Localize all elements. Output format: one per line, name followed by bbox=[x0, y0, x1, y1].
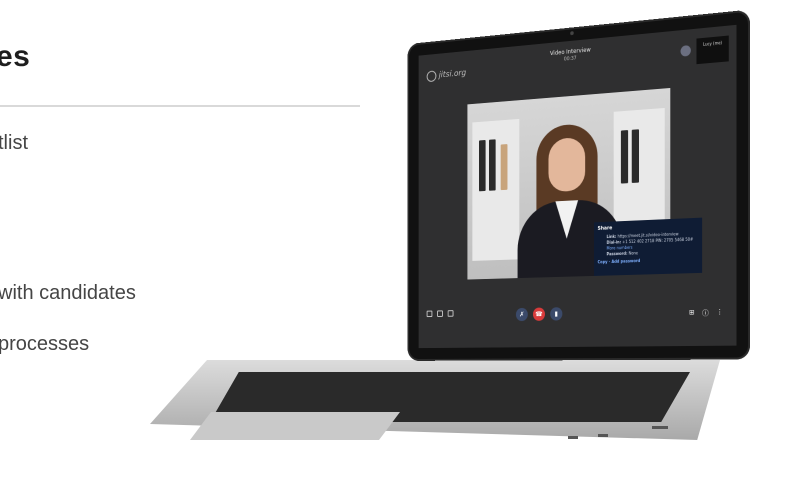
hangup-button[interactable]: ☎ bbox=[532, 307, 545, 321]
mute-microphone-button[interactable]: ✗ bbox=[515, 307, 528, 322]
share-password-label: Password: bbox=[606, 250, 628, 257]
webcam-icon bbox=[570, 31, 574, 36]
book bbox=[631, 129, 640, 183]
more-options-icon[interactable]: ⋮ bbox=[716, 308, 723, 318]
laptop-screen: jitsi.org Video Interview 00:37 Lucy (me… bbox=[407, 9, 750, 361]
share-link-label: Link: bbox=[606, 233, 617, 240]
participant-avatar[interactable] bbox=[680, 44, 691, 57]
call-controls: ✗ ☎ ▮ bbox=[515, 307, 563, 322]
book bbox=[500, 144, 508, 191]
info-icon[interactable]: ⓘ bbox=[702, 308, 709, 318]
camera-toggle-button[interactable]: ▮ bbox=[550, 307, 563, 321]
copy-button[interactable]: Copy bbox=[598, 259, 608, 264]
usb-port bbox=[652, 426, 668, 429]
meeting-window: jitsi.org Video Interview 00:37 Lucy (me… bbox=[418, 24, 737, 349]
self-view-label: Lucy (me) bbox=[703, 40, 723, 47]
share-dialin-label: Dial-in: bbox=[606, 239, 622, 245]
toolbar-left bbox=[426, 310, 454, 318]
book bbox=[478, 139, 486, 192]
share-password-value: None bbox=[628, 250, 639, 256]
screenshare-icon[interactable] bbox=[426, 310, 433, 318]
self-view-thumbnail[interactable]: Lucy (me) bbox=[696, 35, 729, 65]
book bbox=[488, 139, 496, 191]
book bbox=[620, 130, 629, 184]
chat-icon[interactable] bbox=[447, 310, 454, 317]
toolbar-right: ⊞ ⓘ ⋮ bbox=[689, 308, 723, 318]
laptop-trackpad bbox=[190, 412, 400, 440]
raise-hand-icon[interactable] bbox=[437, 310, 443, 317]
share-actions: Copy · Add password bbox=[597, 258, 641, 265]
laptop-illustration: jitsi.org Video Interview 00:37 Lucy (me… bbox=[0, 0, 807, 491]
person-face bbox=[548, 136, 586, 193]
laptop-screen-wrap: jitsi.org Video Interview 00:37 Lucy (me… bbox=[360, 9, 750, 390]
add-password-button[interactable]: Add password bbox=[611, 258, 640, 264]
tile-view-icon[interactable]: ⊞ bbox=[689, 309, 695, 319]
share-dialog: Share Link: https://meet.jit.si/video-in… bbox=[594, 217, 703, 276]
usb-port bbox=[568, 436, 578, 439]
usb-port bbox=[598, 434, 608, 437]
